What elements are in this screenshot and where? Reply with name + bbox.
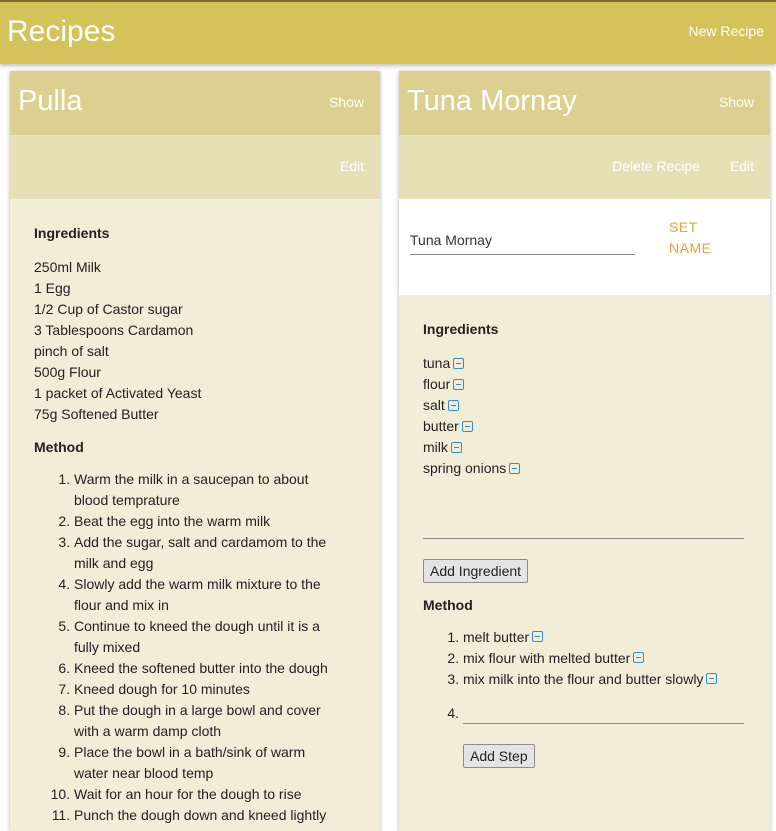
set-name-button[interactable]: SET NAME [669, 217, 729, 259]
ingredient-item: 75g Softened Butter [34, 406, 159, 422]
ingredient-label: tuna [423, 355, 451, 371]
recipe-name: Tuna Mornay [407, 85, 577, 117]
ingredient-item: spring onions [423, 458, 746, 479]
method-step: Wait for an hour for the dough to rise [74, 784, 356, 805]
show-button[interactable]: Show [329, 94, 364, 110]
method-step: Put the dough in a large bowl and cover … [74, 700, 356, 742]
recipe-card-header: Tuna Mornay Show [399, 71, 770, 135]
method-step-label: mix flour with melted butter [463, 650, 631, 666]
new-step-input[interactable] [463, 702, 744, 724]
recipe-card-tuna-mornay: Tuna Mornay Show Delete Recipe Edit SET … [399, 71, 770, 831]
ingredient-item: 250ml Milk [34, 259, 101, 275]
remove-ingredient-icon[interactable] [509, 463, 521, 474]
edit-button[interactable]: Edit [730, 158, 754, 174]
recipe-card-actions: Delete Recipe Edit [399, 135, 770, 199]
delete-recipe-button[interactable]: Delete Recipe [612, 158, 700, 174]
ingredient-item: 1 Egg [34, 280, 71, 296]
remove-ingredient-icon[interactable] [453, 379, 465, 390]
show-button[interactable]: Show [719, 94, 754, 110]
recipe-card-header: Pulla Show [10, 71, 380, 135]
remove-ingredient-icon[interactable] [447, 400, 459, 411]
method-steps: melt butter mix flour with melted butter… [423, 627, 746, 690]
ingredient-item: 3 Tablespoons Cardamon [34, 322, 194, 338]
ingredient-item: 1 packet of Activated Yeast [34, 385, 202, 401]
method-step: Kneed the softened butter into the dough [74, 658, 356, 679]
remove-ingredient-icon[interactable] [450, 442, 462, 453]
ingredient-item: tuna [423, 353, 746, 374]
method-steps: Warm the milk in a saucepan to about blo… [34, 469, 356, 826]
remove-step-icon[interactable] [532, 631, 544, 642]
recipe-name-input[interactable] [410, 221, 635, 255]
add-ingredient-button[interactable]: Add Ingredient [423, 559, 529, 583]
remove-ingredient-icon[interactable] [453, 358, 465, 369]
method-step: Slowly add the warm milk mixture to the … [74, 574, 356, 616]
ingredient-list: tuna flour salt butter milk spring onion… [423, 353, 746, 479]
method-heading: Method [423, 597, 473, 613]
remove-step-icon[interactable] [706, 673, 718, 684]
method-step: Continue to kneed the dough until it is … [74, 616, 356, 658]
ingredients-heading: Ingredients [34, 225, 110, 241]
method-step-label: mix milk into the flour and butter slowl… [463, 671, 704, 687]
method-step: Punch the dough down and kneed lightly [74, 805, 356, 826]
method-step: Place the bowl in a bath/sink of warm wa… [74, 742, 356, 784]
app-title: Recipes [7, 15, 116, 48]
ingredient-item: butter [423, 416, 746, 437]
ingredients-heading: Ingredients [423, 321, 499, 337]
app-bar: Recipes New Recipe [0, 0, 776, 64]
ingredient-label: butter [423, 418, 459, 434]
ingredient-label: milk [423, 439, 448, 455]
ingredient-item: 500g Flour [34, 364, 101, 380]
new-recipe-button[interactable]: New Recipe [689, 23, 764, 39]
set-name-form: SET NAME [399, 199, 770, 295]
remove-ingredient-icon[interactable] [461, 421, 473, 432]
edit-button[interactable]: Edit [340, 158, 364, 174]
new-step-row: 4. [423, 702, 746, 724]
add-step-button[interactable]: Add Step [463, 744, 535, 768]
remove-step-icon[interactable] [633, 652, 645, 663]
ingredient-item: milk [423, 437, 746, 458]
ingredient-label: salt [423, 397, 445, 413]
recipe-body: Ingredients 250ml Milk 1 Egg 1/2 Cup of … [10, 199, 380, 826]
ingredient-item: 1/2 Cup of Castor sugar [34, 301, 183, 317]
new-step-number: 4. [447, 705, 459, 721]
recipe-body: Ingredients tuna flour salt butter milk … [399, 295, 770, 768]
recipe-name: Pulla [18, 85, 83, 117]
ingredient-label: spring onions [423, 460, 507, 476]
method-step: Add the sugar, salt and cardamom to the … [74, 532, 356, 574]
new-ingredient-input[interactable] [423, 517, 744, 539]
recipe-card-pulla: Pulla Show Edit Ingredients 250ml Milk 1… [10, 71, 380, 831]
method-step: melt butter [463, 627, 746, 648]
method-step-label: melt butter [463, 629, 530, 645]
ingredient-label: flour [423, 376, 451, 392]
ingredient-item: flour [423, 374, 746, 395]
method-step: mix flour with melted butter [463, 648, 746, 669]
method-step: Kneed dough for 10 minutes [74, 679, 356, 700]
method-heading: Method [34, 439, 84, 455]
ingredient-list: 250ml Milk 1 Egg 1/2 Cup of Castor sugar… [34, 257, 356, 425]
ingredient-item: pinch of salt [34, 343, 109, 359]
recipe-card-actions: Edit [10, 135, 380, 199]
method-step: Beat the egg into the warm milk [74, 511, 356, 532]
method-step: Warm the milk in a saucepan to about blo… [74, 469, 356, 511]
method-step: mix milk into the flour and butter slowl… [463, 669, 746, 690]
ingredient-item: salt [423, 395, 746, 416]
